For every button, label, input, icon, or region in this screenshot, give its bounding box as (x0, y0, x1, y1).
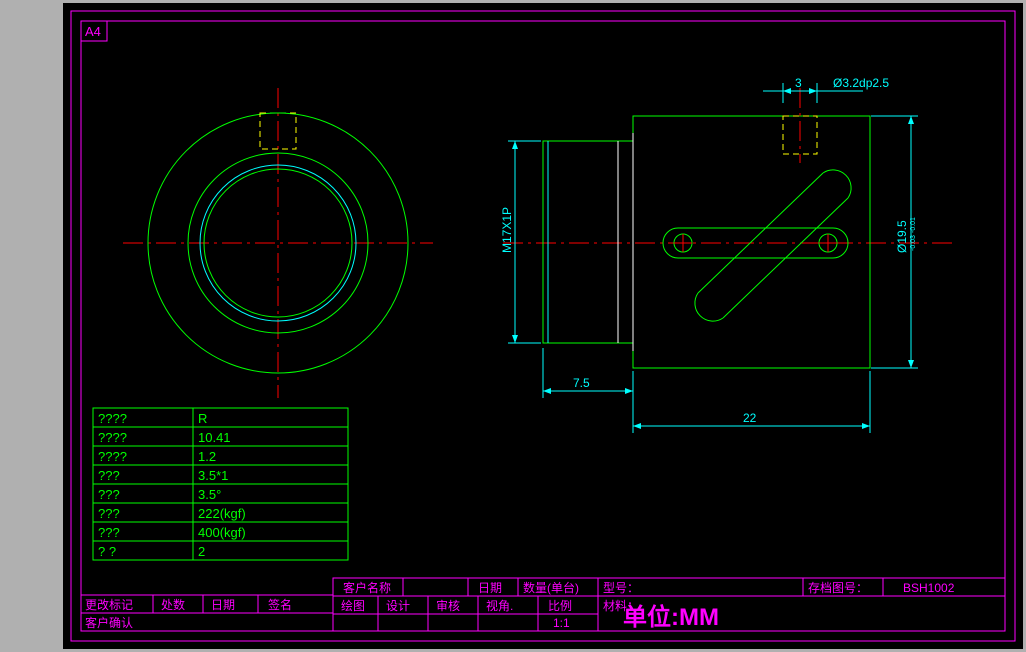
svg-text:????: ???? (98, 411, 127, 426)
svg-text:比例: 比例 (548, 599, 572, 613)
svg-text:-0.03: -0.03 (910, 235, 917, 251)
front-view (123, 88, 433, 398)
svg-text:日期: 日期 (211, 598, 235, 612)
svg-text:型号：: 型号： (603, 581, 639, 595)
svg-text:? ?: ? ? (98, 544, 116, 559)
svg-text:日期: 日期 (478, 581, 502, 595)
svg-text:更改标记: 更改标记 (85, 598, 133, 612)
svg-text:单位:MM: 单位:MM (623, 603, 719, 631)
svg-text:R: R (198, 411, 207, 426)
svg-text:3.5*1: 3.5*1 (198, 468, 228, 483)
svg-text:M17X1P: M17X1P (500, 207, 514, 253)
svg-text:???: ??? (98, 468, 120, 483)
svg-text:客户名称: 客户名称 (343, 580, 391, 595)
svg-text:????: ???? (98, 430, 127, 445)
svg-text:3: 3 (795, 76, 802, 90)
svg-text:视角.: 视角. (486, 598, 513, 613)
svg-text:绘图: 绘图 (341, 598, 365, 613)
svg-text:数量(单台): 数量(单台) (523, 580, 579, 595)
svg-text:???: ??? (98, 487, 120, 502)
svg-text:2: 2 (198, 544, 205, 559)
drawing-canvas[interactable]: A4 3 Ø3 (63, 3, 1023, 649)
svg-text:Ø19.5: Ø19.5 (895, 220, 909, 253)
svg-text:客户确认: 客户确认 (85, 615, 133, 630)
svg-text:22: 22 (743, 411, 757, 425)
svg-text:Ø3.2dp2.5: Ø3.2dp2.5 (833, 76, 889, 90)
sheet-size-label: A4 (85, 24, 101, 39)
svg-text:???: ??? (98, 525, 120, 540)
svg-text:BSH1002: BSH1002 (903, 581, 955, 595)
svg-text:400(kgf): 400(kgf) (198, 525, 246, 540)
svg-text:1:1: 1:1 (553, 616, 570, 630)
side-view (503, 88, 953, 368)
svg-text:处数: 处数 (161, 597, 185, 612)
cad-viewport[interactable]: A4 3 Ø3 (0, 0, 1026, 652)
svg-text:3.5°: 3.5° (198, 487, 221, 502)
svg-text:1.2: 1.2 (198, 449, 216, 464)
drawing-svg: A4 3 Ø3 (63, 3, 1023, 649)
svg-text:????: ???? (98, 449, 127, 464)
svg-text:10.41: 10.41 (198, 430, 231, 445)
spec-table: ???? R ???? 10.41 ???? 1.2 ??? 3.5*1 ???… (93, 408, 348, 560)
svg-text:审核: 审核 (436, 598, 460, 613)
svg-text:-0.01: -0.01 (910, 217, 917, 233)
svg-text:???: ??? (98, 506, 120, 521)
svg-text:设计: 设计 (386, 599, 410, 613)
dimensions: 3 Ø3.2dp2.5 M17X1P Ø19.5 -0.01 -0.03 7.5… (500, 76, 918, 433)
title-block: 更改标记 处数 日期 签名 客户确认 客户名称 日期 数量(单台) 型号： 存档… (81, 578, 1005, 631)
svg-text:存档图号：: 存档图号： (808, 581, 868, 595)
svg-text:签名: 签名 (268, 597, 292, 612)
svg-text:7.5: 7.5 (573, 376, 590, 390)
svg-text:222(kgf): 222(kgf) (198, 506, 246, 521)
